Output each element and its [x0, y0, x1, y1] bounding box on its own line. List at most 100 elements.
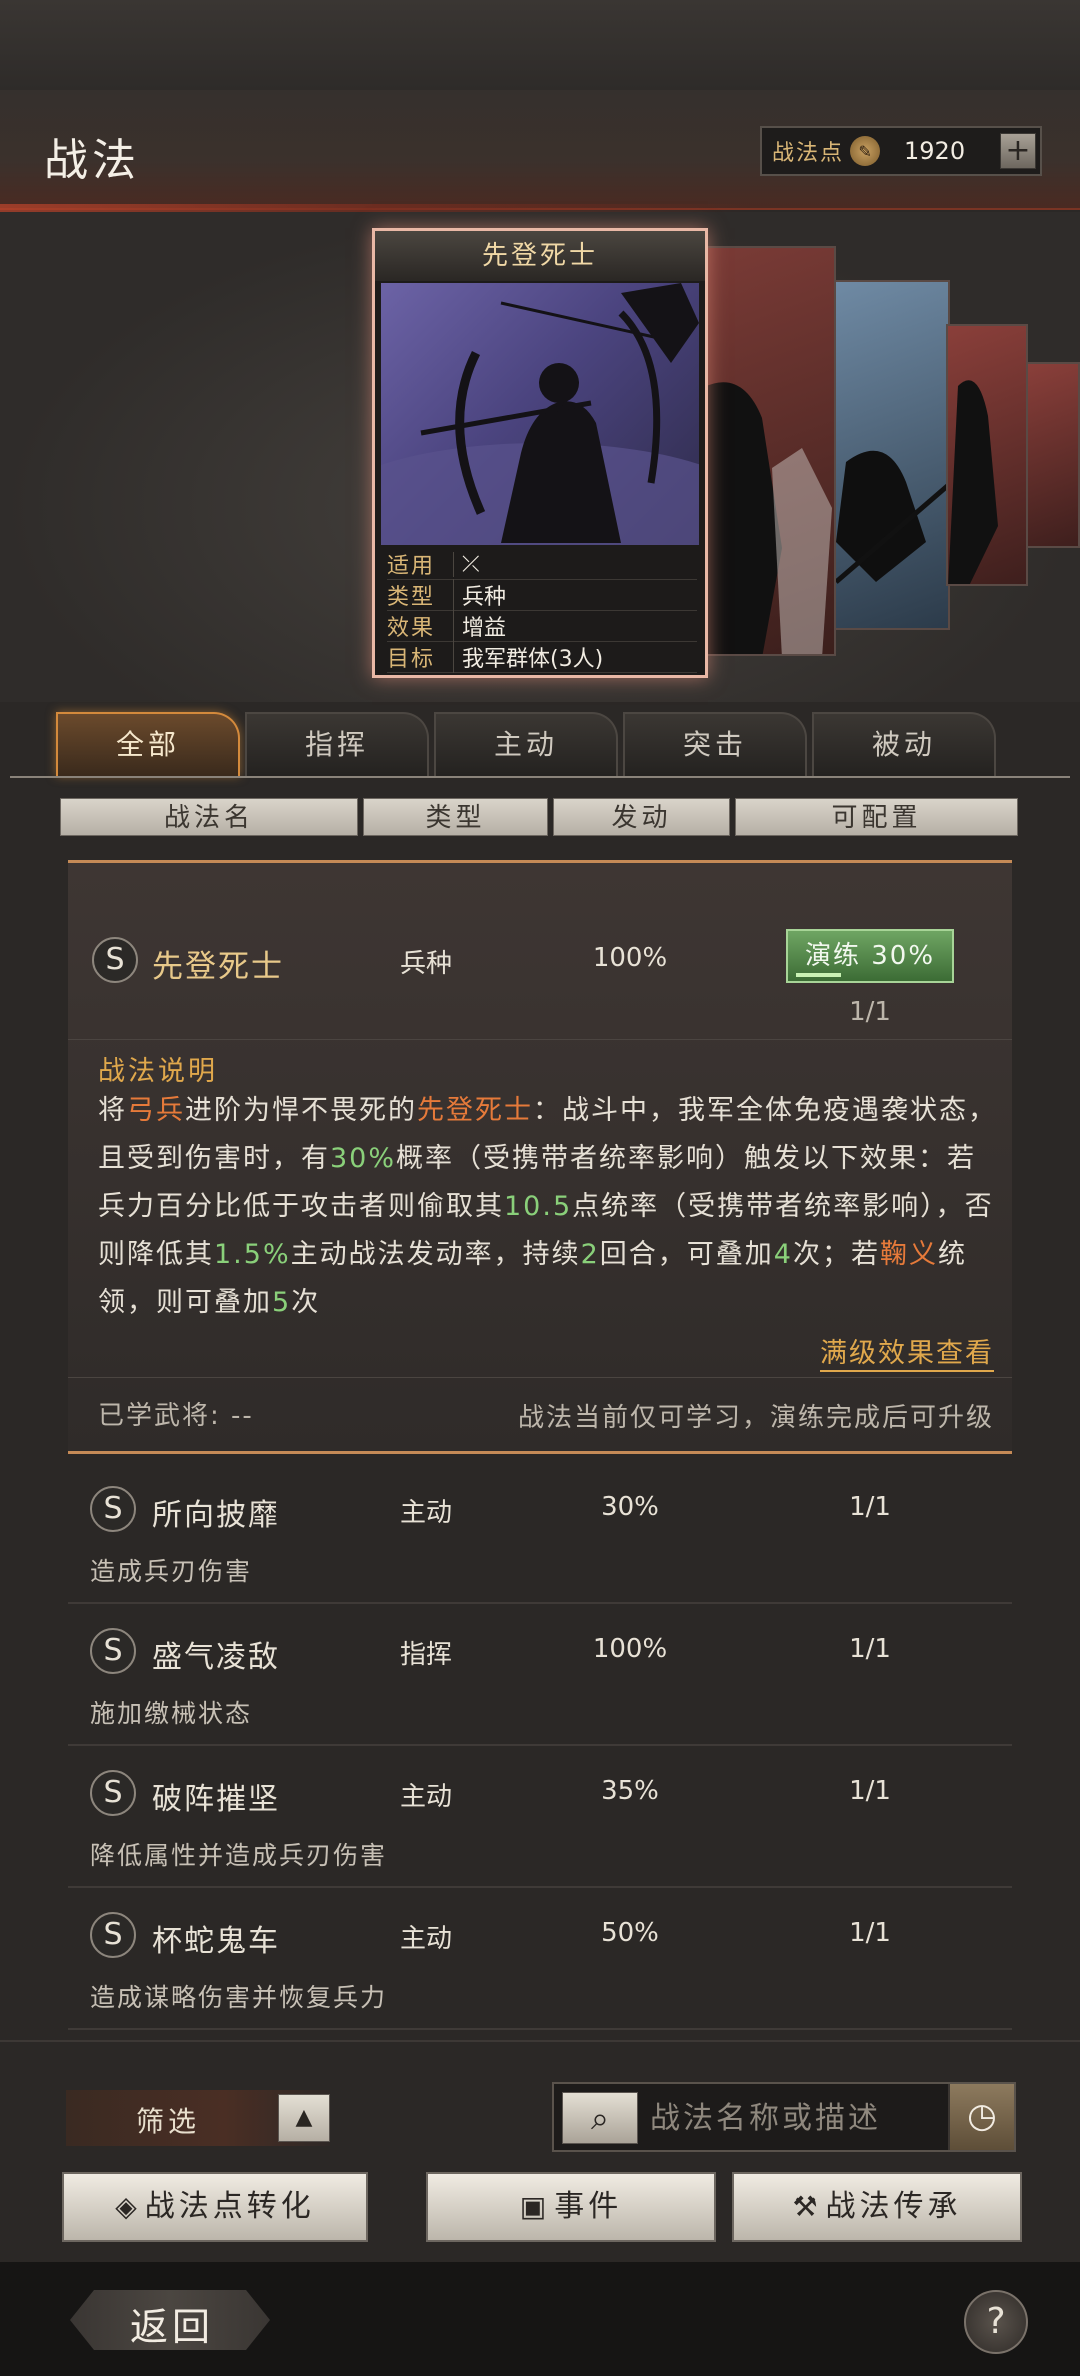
learn-note: 战法当前仅可学习，演练完成后可升级: [517, 1403, 994, 1433]
tactic-points-value: 1920: [904, 137, 966, 165]
event-button[interactable]: ▣ 事件: [426, 2172, 716, 2242]
column-header-config[interactable]: 可配置: [735, 798, 1018, 836]
tactic-config: 1/1: [849, 1492, 891, 1522]
footer-bar: 返回 ?: [0, 2262, 1080, 2376]
tactic-desc: 造成兵刃伤害: [90, 1557, 253, 1586]
tactic-config: 1/1: [849, 1776, 891, 1806]
tactic-row[interactable]: S 所向披靡 主动 30% 1/1 造成兵刃伤害: [68, 1468, 1012, 1604]
column-header-rate[interactable]: 发动: [553, 798, 730, 836]
highlight-number: 5: [272, 1287, 292, 1318]
card-info-key: 类型: [387, 585, 436, 610]
card-info-key: 目标: [387, 647, 436, 672]
tab-assault[interactable]: 突击: [623, 712, 807, 776]
tactic-name: 先登死士: [152, 949, 284, 985]
top-strip: [0, 0, 1080, 90]
tactic-type: 兵种: [399, 949, 452, 979]
description-text: 将弓兵进阶为悍不畏死的先登死士：战斗中，我军全体免疫遇袭状态，且受到伤害时，有3…: [98, 1087, 998, 1327]
card-art-archer: [381, 283, 699, 545]
side-card-3[interactable]: [946, 324, 1028, 586]
bow-icon: ⤫: [453, 551, 480, 577]
tactic-desc: 降低属性并造成兵刃伤害: [90, 1841, 388, 1870]
search-icon[interactable]: ⌕: [562, 2092, 638, 2144]
tactic-points-box: 战法点 ✎ 1920 +: [760, 126, 1042, 176]
event-label: 事件: [554, 2189, 623, 2224]
tactic-type: 主动: [399, 1782, 452, 1812]
card-info-key: 效果: [387, 616, 436, 641]
learned-generals: 已学武将: --: [98, 1401, 254, 1431]
description-fragment: 进阶为悍不畏死的: [185, 1095, 417, 1126]
tactic-name: 杯蛇鬼车: [152, 1924, 280, 1959]
side-card-1-art: [702, 382, 832, 654]
side-card-2[interactable]: [834, 280, 950, 630]
tactic-rate: 35%: [601, 1776, 659, 1806]
bottom-controls: 筛选 ▲ ⌕ ◷ ◈战法点转化 ▣事件 ⚒战法传承: [0, 2040, 1080, 2260]
expanded-tactic-row[interactable]: S 先登死士 兵种 100% 演练 30% 1/1 战法说明 将弓兵进阶为悍不畏…: [68, 860, 1012, 1454]
highlight-number: 1.5%: [214, 1239, 291, 1270]
page-title: 战法: [44, 135, 140, 186]
column-header-type[interactable]: 类型: [363, 798, 548, 836]
inherit-label: 战法传承: [825, 2189, 962, 2224]
add-points-button[interactable]: +: [1000, 133, 1036, 169]
inherit-button[interactable]: ⚒ 战法传承: [732, 2172, 1022, 2242]
filter-control[interactable]: 筛选 ▲: [66, 2090, 330, 2146]
history-clock-icon[interactable]: ◷: [948, 2084, 1014, 2150]
convert-points-label: 战法点转化: [144, 2189, 315, 2224]
rank-s-badge: S: [90, 1628, 136, 1674]
highlight-number: 2: [580, 1239, 600, 1270]
tactic-desc: 施加缴械状态: [90, 1699, 253, 1728]
rank-s-badge: S: [92, 937, 138, 983]
tab-all[interactable]: 全部: [56, 712, 240, 776]
tactic-config: 1/1: [849, 1634, 891, 1664]
card-stage: 先登死士 适用 ⤫ 类型 兵种 效果 增益 目标 我军群体(3人): [0, 212, 1080, 702]
tab-command[interactable]: 指挥: [245, 712, 429, 776]
event-book-icon: ▣: [519, 2190, 551, 2223]
description-fragment: 将: [98, 1095, 127, 1126]
filter-toggle-up-icon[interactable]: ▲: [278, 2094, 330, 2142]
highlight-keyword: 弓兵: [127, 1095, 185, 1126]
back-label[interactable]: 返回: [130, 2296, 214, 2351]
tactic-rate: 30%: [601, 1492, 659, 1522]
card-info-value: 我军群体(3人): [453, 641, 603, 673]
description-fragment: 次: [291, 1287, 321, 1318]
highlight-number: 10.5: [504, 1191, 573, 1222]
tab-passive[interactable]: 被动: [812, 712, 996, 776]
side-card-2-art: [836, 450, 948, 584]
rank-s-badge: S: [90, 1486, 136, 1532]
card-info-row: 类型 兵种: [387, 579, 697, 611]
description-fragment: 主动战法发动率，持续: [290, 1239, 581, 1270]
filter-label: 筛选: [136, 2105, 201, 2138]
card-info-row: 适用 ⤫: [387, 549, 697, 580]
tactic-row[interactable]: S 盛气凌敌 指挥 100% 1/1 施加缴械状态: [68, 1610, 1012, 1746]
highlight-number: 30%: [330, 1143, 397, 1174]
rank-s-badge: S: [90, 1912, 136, 1958]
side-card-4[interactable]: [1026, 362, 1080, 548]
highlight-keyword: 先登死士: [417, 1095, 533, 1126]
convert-points-button[interactable]: ◈ 战法点转化: [62, 2172, 368, 2242]
help-icon[interactable]: ?: [964, 2290, 1028, 2354]
description-title: 战法说明: [98, 1056, 218, 1087]
column-header-name[interactable]: 战法名: [60, 798, 358, 836]
tactic-row[interactable]: S 破阵摧坚 主动 35% 1/1 降低属性并造成兵刃伤害: [68, 1752, 1012, 1888]
tactic-desc: 造成谋略伤害并恢复兵力: [90, 1983, 388, 2012]
search-input[interactable]: [650, 2096, 940, 2140]
category-tabs: 全部 指挥 主动 突击 被动: [56, 712, 1006, 776]
tactic-coin-icon: ✎: [850, 136, 881, 166]
tabs-divider: [10, 776, 1070, 778]
tactic-row[interactable]: S 杯蛇鬼车 主动 50% 1/1 造成谋略伤害并恢复兵力: [68, 1894, 1012, 2030]
tab-active[interactable]: 主动: [434, 712, 618, 776]
tactic-rate: 100%: [592, 1634, 668, 1664]
full-level-effect-link[interactable]: 满级效果查看: [820, 1331, 994, 1372]
card-title: 先登死士: [375, 231, 705, 281]
card-info-row: 效果 增益: [387, 610, 697, 642]
featured-tactic-card[interactable]: 先登死士 适用 ⤫ 类型 兵种 效果 增益 目标 我军群体(3人): [372, 228, 708, 678]
rank-s-badge: S: [90, 1770, 136, 1816]
side-card-1[interactable]: [700, 246, 836, 656]
train-button[interactable]: 演练 30%: [786, 929, 954, 983]
card-info-key: 适用: [387, 554, 436, 579]
card-info-value: 兵种: [453, 579, 506, 611]
tactic-rate: 100%: [592, 943, 668, 973]
tactic-points-label: 战法点: [772, 141, 845, 166]
tactic-name: 所向披靡: [152, 1498, 280, 1533]
train-progress-bar: [796, 973, 841, 977]
flame-icon: ◈: [115, 2190, 141, 2223]
